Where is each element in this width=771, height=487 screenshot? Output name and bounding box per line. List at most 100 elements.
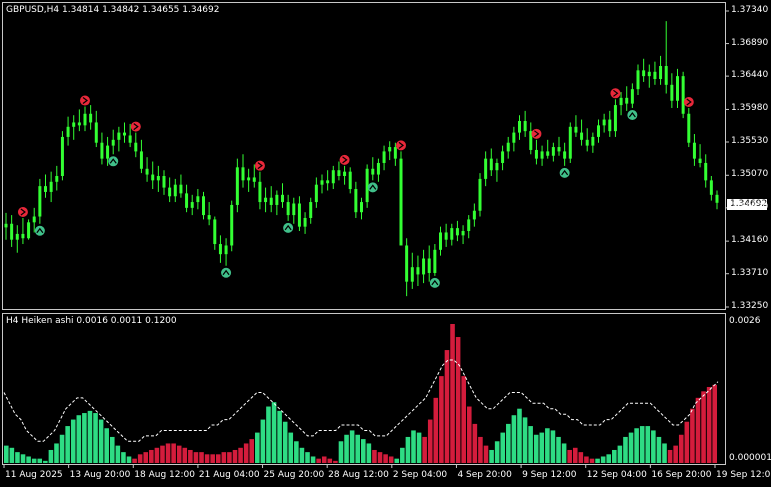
histogram-bar: [617, 445, 623, 463]
sell-arrow-icon: [339, 154, 350, 165]
histogram-bar: [578, 452, 584, 463]
histogram-bar: [70, 419, 76, 463]
histogram-bar: [310, 456, 316, 463]
histogram-bar: [701, 391, 706, 463]
histogram-bar: [87, 410, 93, 463]
histogram-bar: [143, 452, 149, 463]
histogram-bar: [238, 447, 243, 463]
histogram-bar: [589, 458, 595, 463]
candle: [478, 173, 482, 217]
histogram-bar: [344, 434, 349, 463]
histogram-bar: [321, 456, 327, 463]
time-axis-label: 12 Sep 04:00: [586, 470, 647, 480]
time-axis-label: 28 Aug 12:00: [328, 470, 389, 480]
histogram-bar: [539, 432, 545, 463]
histogram-bar: [712, 384, 717, 463]
time-axis-label: 25 Aug 20:00: [263, 470, 325, 480]
histogram-bar: [59, 434, 65, 463]
histogram-bar: [15, 452, 20, 463]
price-axis-label: 1.37340: [731, 5, 769, 15]
histogram-bar: [271, 402, 277, 463]
chart-canvas[interactable]: [0, 0, 771, 487]
histogram-bar: [405, 436, 411, 463]
histogram-bar: [121, 452, 126, 463]
histogram-bar: [277, 410, 282, 463]
histogram-bar: [466, 406, 472, 463]
histogram-bar: [221, 452, 227, 463]
histogram-bar: [260, 419, 266, 463]
histogram-bar: [366, 443, 372, 463]
histogram-bar: [461, 376, 466, 463]
histogram-bar: [595, 458, 600, 463]
histogram-bar: [204, 454, 210, 463]
chart-title: GBPUSD,H4 1.34814 1.34842 1.34655 1.3469…: [6, 5, 220, 15]
histogram-bar: [338, 441, 344, 463]
sell-arrow-icon: [683, 96, 694, 107]
histogram-bar: [327, 458, 333, 463]
time-axis-label: 9 Sep 12:00: [522, 470, 577, 480]
histogram-bar: [416, 432, 422, 463]
histogram-bar: [383, 454, 388, 463]
histogram-bar: [82, 413, 87, 463]
histogram-bar: [673, 445, 678, 463]
histogram-bar: [455, 337, 461, 463]
histogram-bar: [372, 449, 377, 463]
histogram-bar: [227, 452, 232, 463]
histogram-bar: [355, 434, 360, 463]
histogram-bar: [282, 421, 288, 463]
histogram-bar: [411, 430, 416, 463]
histogram-bar: [550, 430, 556, 463]
histogram-bar: [104, 428, 109, 463]
histogram-bar: [288, 432, 294, 463]
histogram-bar: [623, 436, 628, 463]
buy-arrow-icon: [559, 167, 570, 178]
histogram-bar: [517, 408, 522, 463]
indicator-scale-top: 0.0026: [729, 316, 761, 326]
histogram-bar: [149, 449, 154, 463]
histogram-bar: [76, 415, 82, 463]
time-axis-label: 2 Sep 04:00: [392, 470, 448, 480]
histogram-bar: [165, 443, 171, 463]
price-axis-label: 1.36440: [731, 70, 769, 81]
price-axis-label: 1.33250: [731, 301, 769, 311]
sell-arrow-icon: [254, 160, 265, 171]
time-axis-label: 13 Aug 20:00: [69, 470, 131, 480]
histogram-bar: [316, 458, 321, 463]
sell-arrow-icon: [610, 88, 621, 99]
histogram-bar: [98, 419, 104, 463]
histogram-bar: [294, 441, 299, 463]
indicator-scale-bottom: 0.000001: [729, 453, 771, 463]
histogram-bar: [506, 423, 511, 463]
price-axis-label: 1.34160: [731, 235, 769, 246]
histogram-bar: [377, 452, 383, 463]
histogram-bar: [188, 449, 193, 463]
buy-arrow-icon: [221, 267, 232, 278]
histogram-bar: [522, 417, 528, 463]
histogram-bar: [444, 350, 450, 463]
histogram-bar: [349, 430, 355, 463]
histogram-bar: [93, 413, 98, 463]
histogram-bar: [695, 397, 701, 463]
histogram-bar: [388, 456, 394, 463]
time-axis-label: 16 Sep 20:00: [651, 470, 712, 480]
histogram-bar: [439, 376, 444, 463]
histogram-bar: [193, 452, 199, 463]
price-axis-label: 1.35530: [731, 135, 769, 146]
histogram-bar: [706, 386, 712, 463]
histogram-bar: [600, 456, 606, 463]
candle: [687, 107, 691, 148]
histogram-bar: [305, 452, 310, 463]
histogram-bar: [645, 426, 651, 463]
buy-arrow-icon: [429, 277, 440, 288]
histogram-bar: [556, 436, 561, 463]
time-axis-label: 19 Sep 12:00: [716, 470, 771, 480]
histogram-bar: [422, 436, 427, 463]
histogram-bar: [54, 443, 59, 463]
histogram-bar: [400, 447, 405, 463]
candle: [230, 200, 234, 252]
histogram-bar: [266, 406, 271, 463]
histogram-bar: [48, 449, 54, 463]
histogram-bar: [31, 458, 37, 463]
histogram-bar: [333, 460, 338, 463]
price-axis-label: 1.34620: [731, 201, 769, 212]
